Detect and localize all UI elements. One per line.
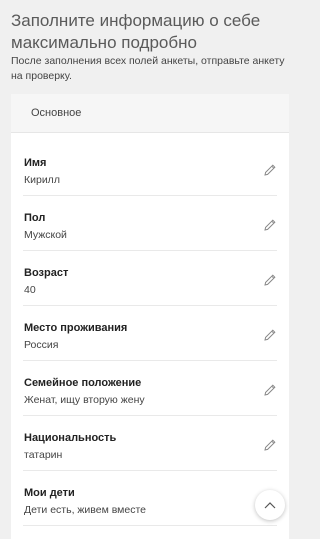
field-value: татарин — [24, 449, 63, 461]
field-row-children: Мои дети Дети есть, живем вместе — [23, 471, 277, 526]
pencil-icon[interactable] — [263, 438, 277, 452]
field-label: Возраст — [24, 267, 69, 279]
page-subtitle: После заполнения всех полей анкеты, отпр… — [11, 55, 285, 82]
pencil-icon[interactable] — [263, 218, 277, 232]
field-row-residence: Место проживания Россия — [23, 306, 277, 361]
field-label: Мои дети — [24, 487, 75, 499]
field-row-name: Имя Кирилл — [23, 141, 277, 196]
field-row-marital-status: Семейное положение Женат, ищу вторую жен… — [23, 361, 277, 416]
page-title: Заполните информацию о себе максимально … — [11, 11, 261, 52]
field-row-age: Возраст 40 — [23, 251, 277, 306]
field-value: Мужской — [24, 229, 67, 241]
pencil-icon[interactable] — [263, 383, 277, 397]
field-value: Кирилл — [24, 174, 60, 186]
field-label: Национальность — [24, 432, 117, 444]
field-label: Пол — [24, 212, 46, 224]
field-value: Россия — [24, 339, 59, 351]
field-label: Семейное положение — [24, 377, 142, 389]
section-header: Основное — [11, 94, 289, 133]
scroll-to-top-button[interactable] — [255, 490, 285, 520]
field-row-gender: Пол Мужской — [23, 196, 277, 251]
pencil-icon[interactable] — [263, 328, 277, 342]
field-value: Дети есть, живем вместе — [24, 504, 147, 516]
field-value: Женат, ищу вторую жену — [24, 394, 145, 406]
field-label: Имя — [24, 157, 47, 169]
chevron-up-icon — [264, 496, 276, 514]
pencil-icon[interactable] — [263, 163, 277, 177]
profile-card: Основное Имя Кирилл Пол Мужской Возраст … — [11, 94, 289, 539]
field-row-nationality: Национальность татарин — [23, 416, 277, 471]
pencil-icon[interactable] — [263, 273, 277, 287]
field-label: Место проживания — [24, 322, 128, 334]
field-list: Имя Кирилл Пол Мужской Возраст 40 Место … — [11, 133, 289, 526]
section-title: Основное — [31, 107, 82, 119]
field-value: 40 — [24, 284, 36, 296]
